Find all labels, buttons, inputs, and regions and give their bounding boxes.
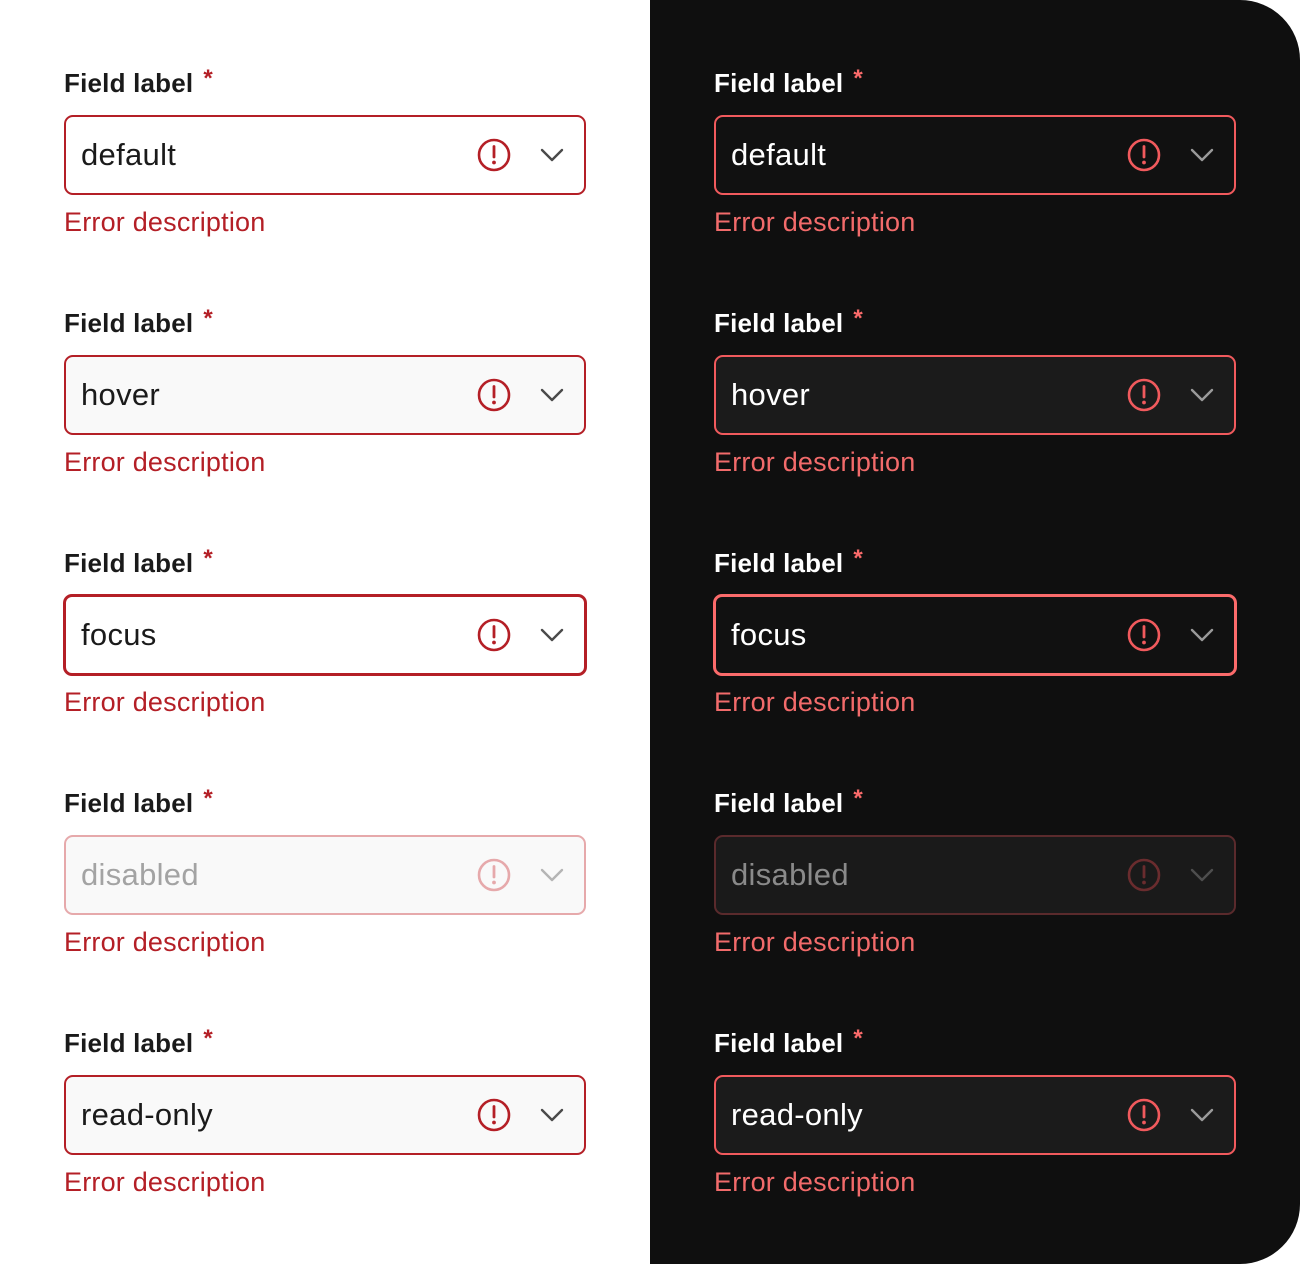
field-label: Field label	[714, 68, 844, 98]
select-value: disabled	[731, 857, 849, 892]
error-description: Error description	[714, 207, 916, 237]
chevron-down-icon[interactable]	[1188, 621, 1216, 649]
required-asterisk: *	[203, 785, 213, 812]
field-label: Field label	[64, 1028, 194, 1058]
chevron-down-icon[interactable]	[1188, 141, 1216, 169]
field-label-row: Field label *	[714, 307, 1236, 339]
select-input[interactable]: focus	[63, 594, 587, 676]
chevron-down-icon[interactable]	[538, 621, 566, 649]
chevron-down-icon[interactable]	[1188, 381, 1216, 409]
error-description: Error description	[714, 687, 916, 717]
select-field-read-only: Field label * read-only Error descriptio…	[64, 1027, 586, 1197]
field-label-row: Field label *	[64, 547, 586, 579]
alert-circle-icon	[1126, 857, 1162, 893]
alert-circle-icon	[476, 137, 512, 173]
select-value: read-only	[81, 1097, 213, 1132]
field-label: Field label	[714, 548, 844, 578]
field-label-row: Field label *	[714, 547, 1236, 579]
select-input[interactable]: hover	[64, 355, 586, 435]
chevron-down-icon[interactable]	[538, 381, 566, 409]
required-asterisk: *	[853, 785, 863, 812]
select-field-hover: Field label * hover Error description	[64, 307, 586, 477]
required-asterisk: *	[853, 65, 863, 92]
chevron-down-icon[interactable]	[538, 141, 566, 169]
alert-circle-icon	[476, 377, 512, 413]
field-label-row: Field label *	[64, 307, 586, 339]
select-value: default	[731, 137, 827, 172]
select-value: default	[81, 137, 177, 172]
chevron-down-icon	[538, 861, 566, 889]
error-description: Error description	[714, 447, 916, 477]
alert-circle-icon	[476, 1097, 512, 1133]
select-input[interactable]: read-only	[714, 1075, 1236, 1155]
select-value: focus	[731, 617, 807, 652]
chevron-down-icon	[1188, 861, 1216, 889]
error-description: Error description	[64, 207, 266, 237]
required-asterisk: *	[203, 305, 213, 332]
select-field-focus: Field label * focus Error description	[713, 547, 1237, 717]
field-label: Field label	[64, 68, 194, 98]
alert-circle-icon	[476, 857, 512, 893]
select-field-focus: Field label * focus Error description	[63, 547, 587, 717]
select-input: disabled	[714, 835, 1236, 915]
alert-circle-icon	[1126, 1097, 1162, 1133]
required-asterisk: *	[853, 305, 863, 332]
required-asterisk: *	[203, 65, 213, 92]
select-value: read-only	[731, 1097, 863, 1132]
field-label-row: Field label *	[714, 787, 1236, 819]
error-description: Error description	[64, 927, 266, 957]
required-asterisk: *	[203, 545, 213, 572]
required-asterisk: *	[853, 1025, 863, 1052]
select-input[interactable]: default	[64, 115, 586, 195]
select-field-hover: Field label * hover Error description	[714, 307, 1236, 477]
error-description: Error description	[64, 447, 266, 477]
select-field-read-only: Field label * read-only Error descriptio…	[714, 1027, 1236, 1197]
chevron-down-icon	[538, 1101, 566, 1129]
select-field-default: Field label * default Error description	[64, 67, 586, 237]
field-label-row: Field label *	[64, 67, 586, 99]
field-label: Field label	[714, 1028, 844, 1058]
field-label: Field label	[714, 308, 844, 338]
chevron-down-icon	[1188, 1101, 1216, 1129]
field-label: Field label	[64, 788, 194, 818]
select-value: focus	[81, 617, 157, 652]
alert-circle-icon	[1126, 137, 1162, 173]
select-input[interactable]: read-only	[64, 1075, 586, 1155]
select-field-disabled: Field label * disabled Error description	[714, 787, 1236, 957]
field-label: Field label	[714, 788, 844, 818]
field-label-row: Field label *	[64, 787, 586, 819]
field-label: Field label	[64, 308, 194, 338]
error-description: Error description	[64, 687, 266, 717]
select-input: disabled	[64, 835, 586, 915]
alert-circle-icon	[476, 617, 512, 653]
required-asterisk: *	[203, 1025, 213, 1052]
alert-circle-icon	[1126, 617, 1162, 653]
select-value: disabled	[81, 857, 199, 892]
select-field-disabled: Field label * disabled Error description	[64, 787, 586, 957]
select-field-default: Field label * default Error description	[714, 67, 1236, 237]
select-value: hover	[731, 377, 811, 412]
select-value: hover	[81, 377, 161, 412]
field-label-row: Field label *	[64, 1027, 586, 1059]
field-label-row: Field label *	[714, 67, 1236, 99]
error-description: Error description	[64, 1167, 266, 1197]
field-label-row: Field label *	[714, 1027, 1236, 1059]
alert-circle-icon	[1126, 377, 1162, 413]
select-input[interactable]: focus	[713, 594, 1237, 676]
error-description: Error description	[714, 927, 916, 957]
error-description: Error description	[714, 1167, 916, 1197]
select-input[interactable]: hover	[714, 355, 1236, 435]
light-theme-panel: Field label * default Error description …	[0, 0, 650, 1264]
dark-theme-panel: Field label * default Error description …	[650, 0, 1300, 1264]
select-input[interactable]: default	[714, 115, 1236, 195]
required-asterisk: *	[853, 545, 863, 572]
field-label: Field label	[64, 548, 194, 578]
